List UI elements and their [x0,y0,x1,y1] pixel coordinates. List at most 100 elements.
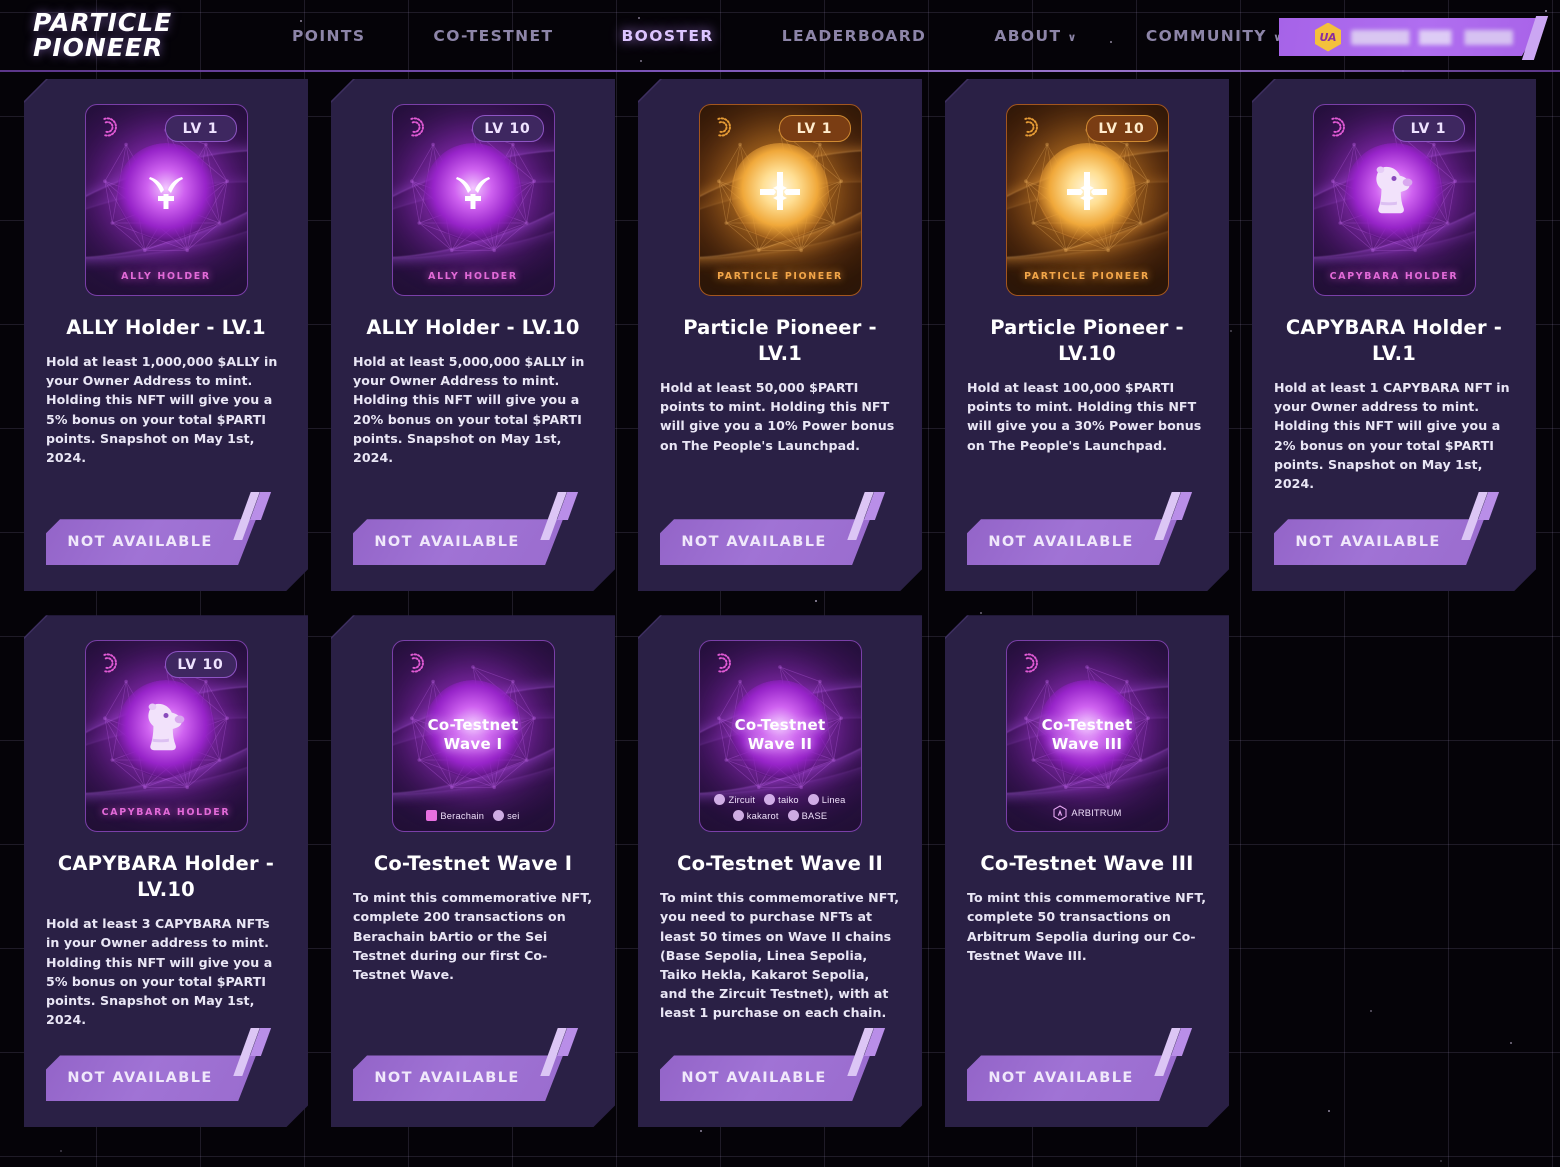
level-badge: LV 10 [472,115,544,142]
nft-art-title: Co-Testnet Wave I [393,716,554,754]
nav-item-about[interactable]: ABOUT ∨ [960,0,1112,72]
particle-logo-icon [711,652,733,674]
card-action-area: NOT AVAILABLE [353,493,593,565]
particle-cross-icon [756,168,804,216]
chain-kakarot: kakarot [733,810,779,821]
nft-art-title-line: Co-Testnet [700,716,861,735]
mint-button[interactable]: NOT AVAILABLE [353,519,563,565]
card-corner-bevel [331,615,355,639]
card-corner-bevel [24,615,48,639]
wallet-button[interactable]: UA [1279,18,1543,56]
card-corner-bevel [638,79,662,103]
chain-logo-row: Zircuit taiko Linea kakarot BASE [700,794,861,821]
booster-card-co-testnet-wave-2: Co-Testnet Wave II Zircuit taiko Linea kakaro… [638,615,922,1127]
chain-label: BASE [802,811,828,821]
card-corner-bevel [331,79,355,103]
wallet-logo-icon: UA [1315,23,1341,52]
nav-item-points[interactable]: POINTS [258,0,399,72]
nft-artwork-capybara-holder-lv10: LV 10 CAPYBARA HOLDER [85,640,248,832]
mint-button[interactable]: NOT AVAILABLE [1274,519,1484,565]
mint-button[interactable]: NOT AVAILABLE [660,1055,870,1101]
nft-caption: PARTICLE PIONEER [1007,271,1168,282]
card-title: Co-Testnet Wave I [374,851,572,877]
card-title: Co-Testnet Wave III [980,851,1193,877]
nft-brand-logo [404,652,426,674]
linea-icon [808,794,819,805]
card-corner-bevel [945,615,969,639]
card-corner-bevel [638,615,662,639]
card-description: Hold at least 1,000,000 $ALLY in your Ow… [46,352,286,467]
kakarot-icon [733,810,744,821]
card-corner-bevel [1252,79,1276,103]
nft-core-glow [117,680,215,778]
particle-logo-icon [404,652,426,674]
nav-item-leaderboard[interactable]: LEADERBOARD [748,0,961,72]
card-action-area: NOT AVAILABLE [46,1029,286,1101]
nav-item-label: ABOUT [994,27,1061,45]
chain-label: sei [507,811,520,821]
nft-art-title: Co-Testnet Wave III [1007,716,1168,754]
nft-core-glow [731,143,829,241]
particle-logo-icon [404,116,426,138]
nft-artwork-particle-pioneer-lv10: LV 10 PARTICLE PIONEER [1006,104,1169,296]
nav-item-booster[interactable]: BOOSTER [587,0,747,72]
card-action-area: NOT AVAILABLE [967,1029,1207,1101]
nft-artwork-co-testnet-wave-1: Co-Testnet Wave I Berachain sei [392,640,555,832]
nft-artwork-co-testnet-wave-3: Co-Testnet Wave III ARBITRUM [1006,640,1169,832]
nft-caption: PARTICLE PIONEER [700,271,861,282]
nft-brand-logo [711,652,733,674]
particle-logo-icon [711,116,733,138]
nft-brand-logo [97,116,119,138]
mint-button[interactable]: NOT AVAILABLE [353,1055,563,1101]
nft-core-glow [1038,143,1136,241]
card-action-area: NOT AVAILABLE [353,1029,593,1101]
booster-card-grid: LV 1 ALLY HOLDER ALLY Holder - LV.1 Hold at… [0,79,1560,1127]
nft-brand-logo [1018,652,1040,674]
card-corner-bevel [24,79,48,103]
sei-icon [493,810,504,821]
ally-glyph-icon [451,170,495,214]
booster-card-co-testnet-wave-1: Co-Testnet Wave I Berachain sei Co-Testnet W… [331,615,615,1127]
nft-brand-logo [711,116,733,138]
particle-cross-icon [1063,168,1111,216]
nft-art-title-line: Wave II [700,735,861,754]
ally-glyph-icon [144,170,188,214]
arbitrum-icon [1052,805,1068,821]
nav-item-label: POINTS [292,27,365,45]
nft-brand-logo [97,652,119,674]
nft-art-title-line: Co-Testnet [1007,716,1168,735]
mint-button[interactable]: NOT AVAILABLE [46,519,256,565]
wallet-address-redacted [1351,30,1513,45]
chain-label: taiko [778,795,799,805]
chain-label: Berachain [440,811,484,821]
nft-artwork-particle-pioneer-lv1: LV 1 PARTICLE PIONEER [699,104,862,296]
nft-artwork-capybara-holder-lv1: LV 1 CAPYBARA HOLDER [1313,104,1476,296]
card-title: Particle Pioneer - LV.10 [967,315,1207,367]
card-action-area: NOT AVAILABLE [1274,493,1514,565]
chain-arbitrum: ARBITRUM [1052,805,1121,821]
card-description: Hold at least 100,000 $PARTI points to m… [967,378,1207,455]
card-title: Particle Pioneer - LV.1 [660,315,900,367]
nft-art-title-line: Wave I [393,735,554,754]
particle-logo-icon [1018,652,1040,674]
nft-caption: CAPYBARA HOLDER [1314,271,1475,282]
mint-button[interactable]: NOT AVAILABLE [660,519,870,565]
booster-card-co-testnet-wave-3: Co-Testnet Wave III ARBITRUM Co-Testnet Wa… [945,615,1229,1127]
card-description: Hold at least 5,000,000 $ALLY in your Ow… [353,352,593,467]
nav-item-co-testnet[interactable]: CO-TESTNET [399,0,587,72]
chain-label: Linea [822,795,846,805]
card-title: ALLY Holder - LV.10 [366,315,579,341]
site-logo[interactable]: PARTICLE PIONEER [33,10,172,60]
nav-item-label: CO-TESTNET [433,27,553,45]
nav-item-label: BOOSTER [621,27,713,45]
nft-brand-logo [404,116,426,138]
berachain-icon [426,810,437,821]
card-description: Hold at least 50,000 $PARTI points to mi… [660,378,900,455]
mint-button[interactable]: NOT AVAILABLE [967,519,1177,565]
mint-button[interactable]: NOT AVAILABLE [46,1055,256,1101]
nft-core-glow [117,143,215,241]
chain-label: kakarot [747,811,779,821]
card-action-area: NOT AVAILABLE [46,493,286,565]
mint-button[interactable]: NOT AVAILABLE [967,1055,1177,1101]
particle-logo-icon [1325,116,1347,138]
